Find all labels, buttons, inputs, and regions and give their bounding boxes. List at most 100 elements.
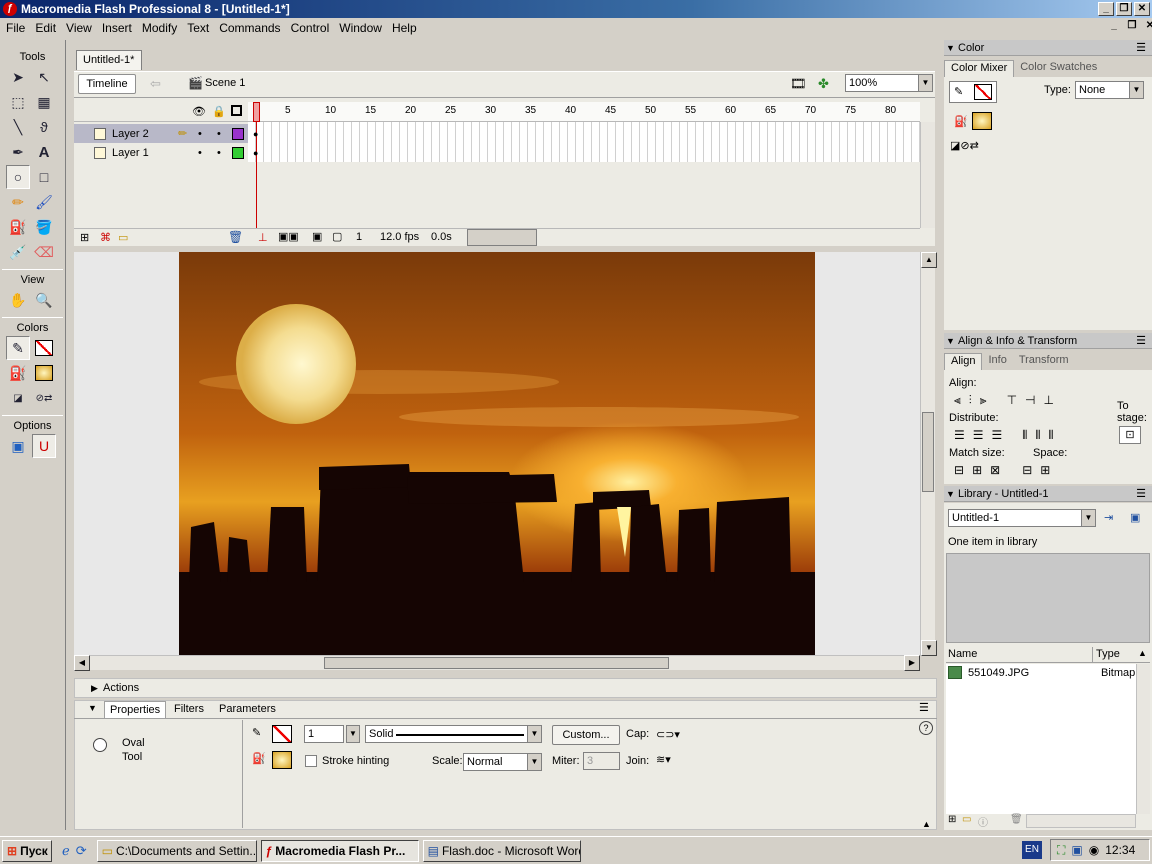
sort-arrow-icon[interactable]: ▲ [1138, 648, 1147, 658]
black-white-icon[interactable]: ◪ [6, 386, 30, 410]
zoom-tool-icon[interactable]: 🔍 [32, 288, 56, 312]
tab-info[interactable]: Info [982, 353, 1012, 370]
stage-canvas[interactable] [179, 252, 815, 655]
new-library-panel-icon[interactable]: ▣ [1130, 511, 1140, 524]
menu-modify[interactable]: Modify [137, 21, 182, 35]
tab-color-mixer[interactable]: Color Mixer [944, 60, 1015, 77]
lasso-tool-icon[interactable]: ϑ [32, 115, 56, 139]
library-col-type[interactable]: Type [1096, 648, 1120, 660]
library-vscroll[interactable] [1136, 664, 1150, 814]
distribute-left-icon[interactable]: ⫴ [1022, 428, 1027, 443]
fill-type-select[interactable]: None ▼ [1075, 81, 1144, 99]
menu-view[interactable]: View [61, 21, 97, 35]
join-select-icon[interactable]: ≋▾ [656, 753, 671, 766]
pencil-tool-icon[interactable]: ✏ [6, 190, 30, 214]
minimize-button[interactable]: _ [1098, 2, 1114, 16]
taskbar-item-flash[interactable]: ƒ Macromedia Flash Pr... [260, 839, 419, 862]
align-hcenter-icon[interactable]: ⫶ [969, 393, 972, 408]
stroke-color-pencil-icon[interactable]: ✎ [6, 336, 30, 360]
pen-tool-icon[interactable]: ✒ [6, 140, 30, 164]
scroll-up-arrow-icon[interactable]: ▲ [921, 252, 937, 268]
layer-color-swatch[interactable] [232, 127, 244, 140]
tray-network-icon[interactable]: ⛶ [1057, 843, 1065, 858]
text-tool-icon[interactable]: A [32, 140, 56, 164]
fill-color-swatch[interactable] [32, 361, 56, 385]
add-layer-icon[interactable]: ⊞ [80, 231, 89, 244]
match-height-icon[interactable]: ⊞ [972, 463, 982, 477]
menu-file[interactable]: File [0, 21, 30, 35]
cap-select-icon[interactable]: ⊂⊃▾ [656, 728, 680, 741]
zoom-select[interactable]: 100% ▼ [845, 74, 933, 92]
library-document-select[interactable]: Untitled-1 ▼ [948, 509, 1096, 527]
stroke-color-swatch[interactable] [974, 84, 992, 100]
scroll-thumb[interactable] [324, 657, 669, 669]
panel-options-icon[interactable]: ☰ [1136, 333, 1146, 349]
tab-color-swatches[interactable]: Color Swatches [1014, 60, 1103, 77]
outline-icon[interactable] [231, 105, 242, 116]
tray-volume-icon[interactable]: ◉ [1089, 843, 1099, 857]
actions-panel-header[interactable]: ▶ Actions [74, 678, 937, 698]
document-tab[interactable]: Untitled-1* [76, 50, 142, 70]
eraser-tool-icon[interactable]: ⌫ [32, 240, 56, 264]
resize-up-icon[interactable]: ▲ [922, 819, 931, 829]
language-indicator[interactable]: EN [1022, 841, 1042, 859]
edit-multiple-icon[interactable]: ▢ [332, 230, 342, 243]
scale-select[interactable]: Normal ▼ [463, 753, 542, 771]
lock-dot[interactable]: • [217, 128, 221, 140]
align-right-icon[interactable]: ⫸ [980, 393, 987, 408]
menu-edit[interactable]: Edit [30, 21, 61, 35]
help-icon[interactable]: ? [919, 721, 933, 735]
library-col-name[interactable]: Name [948, 648, 977, 660]
menu-help[interactable]: Help [387, 21, 422, 35]
doc-minimize-button[interactable]: _ [1106, 20, 1122, 34]
tab-align[interactable]: Align [944, 353, 983, 370]
edit-scene-icon[interactable]: 🎞 [790, 76, 807, 92]
stroke-style-select[interactable]: Solid ▼ [365, 725, 542, 743]
rectangle-tool-icon[interactable]: □ [32, 165, 56, 189]
distribute-hcenter-icon[interactable]: ⫴ [1035, 428, 1040, 443]
color-swap-icons[interactable]: ◪⊘⇄ [950, 139, 979, 152]
tab-transform[interactable]: Transform [1013, 353, 1075, 370]
layer-color-swatch[interactable] [232, 146, 244, 159]
timeline-vscroll[interactable] [920, 122, 935, 228]
stroke-width-input[interactable]: 1 [304, 725, 344, 743]
fill-color-swatch[interactable] [972, 112, 992, 130]
lock-icon[interactable]: 🔒 [212, 105, 226, 118]
align-panel-header[interactable]: ▼ Align & Info & Transform ☰ [944, 333, 1152, 349]
oval-tool-icon[interactable]: ○ [6, 165, 30, 189]
start-button[interactable]: ⊞ Пуск [2, 839, 52, 862]
add-guide-icon[interactable]: ⌘ [100, 231, 111, 244]
menu-insert[interactable]: Insert [97, 21, 137, 35]
fill-transform-tool-icon[interactable]: ▦ [32, 90, 56, 114]
fill-color-button[interactable] [272, 751, 292, 769]
refresh-quicklaunch-icon[interactable]: ⟳ [76, 843, 87, 859]
ie-quicklaunch-icon[interactable]: ℯ [62, 843, 70, 859]
stroke-hinting-checkbox[interactable] [305, 755, 317, 767]
visible-dot[interactable]: • [198, 128, 202, 140]
stroke-color-button[interactable] [272, 725, 292, 743]
align-bottom-icon[interactable]: ⊥ [1043, 393, 1053, 408]
properties-icon[interactable]: ⓘ [978, 814, 988, 829]
custom-stroke-button[interactable]: Custom... [552, 725, 620, 745]
distribute-top-icon[interactable]: ☰ [954, 428, 965, 443]
line-tool-icon[interactable]: ╲ [6, 115, 30, 139]
eye-icon[interactable]: 👁 [192, 105, 206, 118]
scene-name[interactable]: Scene 1 [205, 77, 245, 89]
align-vcenter-icon[interactable]: ⊣ [1025, 393, 1035, 408]
miter-input[interactable]: 3 [583, 752, 620, 770]
match-width-icon[interactable]: ⊟ [954, 463, 964, 477]
ink-bottle-tool-icon[interactable]: ⛽ [6, 215, 30, 239]
snap-magnet-icon[interactable]: U [32, 434, 56, 458]
scroll-down-arrow-icon[interactable]: ▼ [921, 640, 937, 656]
to-stage-button[interactable]: ⊡ [1119, 426, 1141, 444]
space-vertical-icon[interactable]: ⊟ [1022, 463, 1032, 477]
timeline-toggle-button[interactable]: Timeline [78, 74, 136, 94]
frame-grid[interactable] [248, 122, 920, 162]
collapse-arrow-icon[interactable]: ▼ [88, 703, 97, 713]
distribute-bottom-icon[interactable]: ☰ [992, 428, 1003, 443]
keyframe-dot[interactable]: ● [253, 148, 258, 158]
onion-skin-icon[interactable]: ▣▣ [278, 230, 299, 243]
taskbar-item-explorer[interactable]: ▭ C:\Documents and Settin... [96, 839, 257, 862]
scroll-right-arrow-icon[interactable]: ▶ [904, 655, 920, 671]
free-transform-tool-icon[interactable]: ⬚ [6, 90, 30, 114]
